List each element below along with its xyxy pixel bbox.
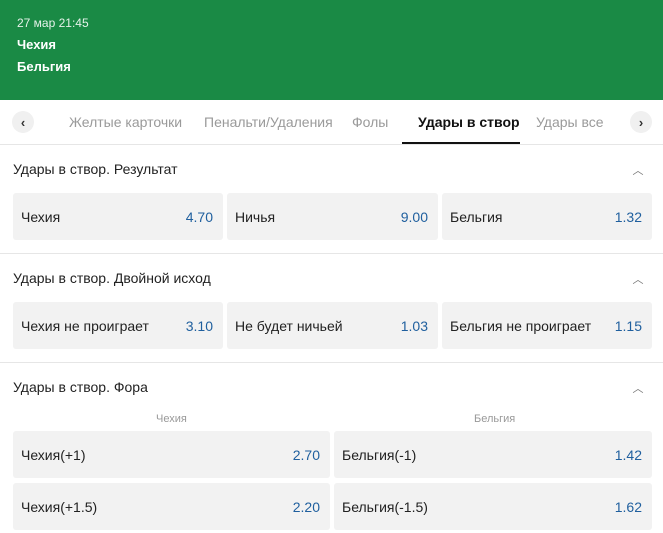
team-away: Бельгия	[17, 59, 71, 74]
tab-fouls[interactable]: Фолы	[352, 100, 388, 144]
market-tabs: ‹ Желтые карточки Пенальти/Удаления Фолы…	[0, 100, 663, 145]
option-odd: 1.32	[614, 208, 642, 225]
team-home: Чехия	[17, 37, 56, 52]
chevron-up-icon[interactable]: ︿	[631, 163, 645, 177]
odds-cell-double-nodraw[interactable]: Не будет ничьей 1.03	[227, 302, 438, 349]
column-header-away: Бельгия	[474, 413, 516, 425]
chevron-right-icon[interactable]: ›	[630, 111, 652, 133]
option-odd: 3.10	[185, 317, 213, 334]
match-header: 27 мар 21:45 Чехия Бельгия	[0, 0, 663, 100]
odds-cell-handicap-away-1[interactable]: Бельгия(-1) 1.42	[334, 431, 652, 478]
option-odd: 2.20	[292, 498, 320, 515]
option-label: Бельгия не проиграет	[450, 317, 592, 334]
odds-cell-result-draw[interactable]: Ничья 9.00	[227, 193, 438, 240]
tab-shots-on-target[interactable]: Удары в створ	[418, 100, 520, 144]
chevron-up-icon[interactable]: ︿	[631, 381, 645, 395]
option-odd: 1.03	[400, 317, 428, 334]
active-tab-indicator	[402, 142, 520, 144]
option-label: Бельгия(-1)	[342, 446, 417, 463]
match-datetime: 27 мар 21:45	[17, 16, 89, 30]
odds-cell-result-away[interactable]: Бельгия 1.32	[442, 193, 652, 240]
option-odd: 4.70	[185, 208, 213, 225]
option-label: Чехия(+1.5)	[21, 498, 98, 515]
option-odd: 9.00	[400, 208, 428, 225]
tab-shots-all[interactable]: Удары все	[536, 100, 604, 144]
option-odd: 1.15	[614, 317, 642, 334]
odds-cell-result-home[interactable]: Чехия 4.70	[13, 193, 223, 240]
section-title-handicap: Удары в створ. Фора	[13, 379, 148, 395]
odds-cell-double-home[interactable]: Чехия не проиграет 3.10	[13, 302, 223, 349]
tab-penalties[interactable]: Пенальти/Удаления	[204, 100, 333, 144]
option-label: Чехия(+1)	[21, 446, 86, 463]
option-odd: 1.42	[614, 446, 642, 463]
option-label: Бельгия	[450, 208, 503, 225]
option-label: Чехия	[21, 208, 61, 225]
option-odd: 1.62	[614, 498, 642, 515]
odds-cell-handicap-away-2[interactable]: Бельгия(-1.5) 1.62	[334, 483, 652, 530]
option-label: Бельгия(-1.5)	[342, 498, 428, 515]
odds-cell-handicap-home-2[interactable]: Чехия(+1.5) 2.20	[13, 483, 330, 530]
tab-yellow-cards[interactable]: Желтые карточки	[69, 100, 182, 144]
option-odd: 2.70	[292, 446, 320, 463]
section-title-result: Удары в створ. Результат	[13, 161, 178, 177]
odds-cell-double-away[interactable]: Бельгия не проиграет 1.15	[442, 302, 652, 349]
option-label: Чехия не проиграет	[21, 317, 149, 334]
option-label: Не будет ничьей	[235, 317, 343, 334]
section-divider	[0, 253, 663, 254]
option-label: Ничья	[235, 208, 276, 225]
section-divider	[0, 362, 663, 363]
column-header-home: Чехия	[156, 413, 187, 425]
chevron-left-icon[interactable]: ‹	[12, 111, 34, 133]
odds-cell-handicap-home-1[interactable]: Чехия(+1) 2.70	[13, 431, 330, 478]
section-title-double-chance: Удары в створ. Двойной исход	[13, 270, 211, 286]
chevron-up-icon[interactable]: ︿	[631, 272, 645, 286]
